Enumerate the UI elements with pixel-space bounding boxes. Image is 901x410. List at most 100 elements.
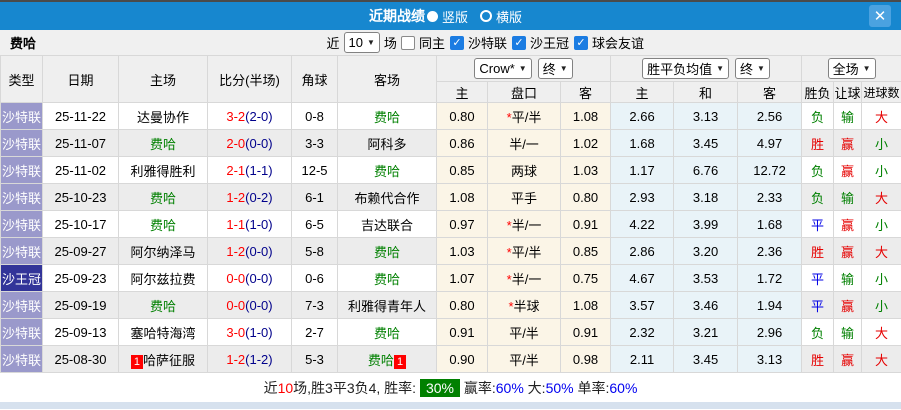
away-team-cell[interactable]: 费哈 xyxy=(338,103,437,130)
col-header-date: 日期 xyxy=(43,56,119,103)
subheader-result-goals: 进球数 xyxy=(862,82,901,103)
scope-select[interactable]: 全场 ▼ xyxy=(828,58,876,79)
date-cell: 25-11-22 xyxy=(43,103,119,130)
home-team-cell[interactable]: 费哈 xyxy=(119,184,208,211)
home-team-cell[interactable]: 阿尔兹拉费 xyxy=(119,265,208,292)
match-row: 沙特联25-10-23费哈1-2(0-2)6-1布赖代合作1.08平手0.802… xyxy=(1,184,901,211)
result-wdl-cell: 平 xyxy=(802,211,834,238)
avg-odds-select[interactable]: 胜平负均值 ▼ xyxy=(642,58,729,79)
result-goals-cell: 大 xyxy=(862,319,901,346)
league-checkbox-saudi[interactable]: ✓ xyxy=(450,36,464,50)
away-team-cell[interactable]: 费哈1 xyxy=(338,346,437,373)
odds-source-select[interactable]: Crow* ▼ xyxy=(474,58,531,79)
league-checkbox-kingscup[interactable]: ✓ xyxy=(512,36,526,50)
match-row: 沙特联25-09-27阿尔纳泽马1-2(0-0)5-8费哈1.03*平/半0.8… xyxy=(1,238,901,265)
close-icon[interactable]: ✕ xyxy=(869,5,891,27)
score-cell: 3-2(2-0) xyxy=(208,103,292,130)
corner-cell: 5-8 xyxy=(292,238,338,265)
avg-home-cell: 2.86 xyxy=(611,238,674,265)
away-team-cell[interactable]: 费哈 xyxy=(338,238,437,265)
odds-away-cell: 1.02 xyxy=(561,130,611,157)
subheader-odds-home: 主 xyxy=(437,82,488,103)
home-team-cell[interactable]: 达曼协作 xyxy=(119,103,208,130)
odds-away-cell: 0.80 xyxy=(561,184,611,211)
away-team-cell[interactable]: 费哈 xyxy=(338,157,437,184)
league-type-cell: 沙特联 xyxy=(1,292,43,319)
same-home-checkbox[interactable] xyxy=(401,36,415,50)
chevron-down-icon: ▼ xyxy=(560,64,568,73)
avg-home-cell: 3.57 xyxy=(611,292,674,319)
odds-away-cell: 1.08 xyxy=(561,292,611,319)
filter-controls: 近 10 ▼ 场 同主 ✓ 沙特联 ✓ 沙王冠 ✓ 球会友谊 xyxy=(327,32,645,53)
league-type-cell: 沙特联 xyxy=(1,157,43,184)
handicap-cell: 半/一 xyxy=(488,130,561,157)
avg-away-cell: 3.13 xyxy=(738,346,802,373)
chevron-down-icon: ▼ xyxy=(519,64,527,73)
recent-results-popup: 近期战绩 竖版 横版 ✕ 费哈 近 10 ▼ 场 同主 ✓ 沙特联 ✓ 沙王冠 … xyxy=(0,0,901,410)
home-team-name: 塞哈特海湾 xyxy=(130,326,195,341)
home-team-cell[interactable]: 费哈 xyxy=(119,130,208,157)
result-goals-cell: 小 xyxy=(862,157,901,184)
result-goals-cell: 大 xyxy=(862,238,901,265)
home-team-cell[interactable]: 费哈 xyxy=(119,292,208,319)
title-bar: 近期战绩 竖版 横版 ✕ xyxy=(0,2,901,30)
odds-away-cell: 0.98 xyxy=(561,346,611,373)
home-team-cell[interactable]: 1哈萨征服 xyxy=(119,346,208,373)
unit-label: 场 xyxy=(384,33,397,52)
odds-home-cell: 0.80 xyxy=(437,292,488,319)
away-team-cell[interactable]: 费哈 xyxy=(338,265,437,292)
away-team-cell[interactable]: 吉达联合 xyxy=(338,211,437,238)
home-team-cell[interactable]: 阿尔纳泽马 xyxy=(119,238,208,265)
league-type-cell: 沙特联 xyxy=(1,346,43,373)
away-team-name: 阿科多 xyxy=(367,137,406,152)
stats-summary: 近10场,胜3平3负4, 胜率: 30% 赢率:60% 大:50% 单率:60% xyxy=(0,373,901,402)
match-row: 沙王冠25-09-23阿尔兹拉费0-0(0-0)0-6费哈1.07*半/一0.7… xyxy=(1,265,901,292)
subheader-handicap: 盘口 xyxy=(488,82,561,103)
stats-segment: 60% xyxy=(496,380,524,396)
handicap-cell: *半球 xyxy=(488,292,561,319)
date-cell: 25-09-19 xyxy=(43,292,119,319)
col-header-corner: 角球 xyxy=(292,56,338,103)
result-handicap-cell: 赢 xyxy=(834,292,862,319)
odds-final-select[interactable]: 终 ▼ xyxy=(538,58,573,79)
home-team-name: 阿尔兹拉费 xyxy=(130,272,195,287)
home-team-cell[interactable]: 利雅得胜利 xyxy=(119,157,208,184)
away-team-name: 费哈 xyxy=(374,110,400,125)
horizontal-layout-label: 横版 xyxy=(496,7,522,26)
result-wdl-cell: 负 xyxy=(802,184,834,211)
avg-draw-cell: 3.45 xyxy=(674,130,738,157)
corner-cell: 6-1 xyxy=(292,184,338,211)
match-count-select[interactable]: 10 ▼ xyxy=(344,32,380,53)
score-cell: 2-1(1-1) xyxy=(208,157,292,184)
score-cell: 3-0(1-0) xyxy=(208,319,292,346)
avg-away-cell: 4.97 xyxy=(738,130,802,157)
league-type-cell: 沙特联 xyxy=(1,211,43,238)
league-label-friendly: 球会友谊 xyxy=(592,33,644,52)
date-cell: 25-11-02 xyxy=(43,157,119,184)
away-team-cell[interactable]: 阿科多 xyxy=(338,130,437,157)
vertical-layout-radio[interactable] xyxy=(427,11,438,22)
home-team-name: 利雅得胜利 xyxy=(130,164,195,179)
odds-home-cell: 1.08 xyxy=(437,184,488,211)
avg-home-cell: 2.11 xyxy=(611,346,674,373)
handicap-cell: 平/半 xyxy=(488,319,561,346)
stats-segment: 大: xyxy=(524,378,546,398)
home-team-cell[interactable]: 费哈 xyxy=(119,211,208,238)
away-team-cell[interactable]: 利雅得青年人 xyxy=(338,292,437,319)
red-card-badge: 1 xyxy=(394,355,406,369)
results-table: 类型 日期 主场 比分(半场) 角球 客场 Crow* ▼ 终 ▼ xyxy=(0,55,901,373)
avg-final-select[interactable]: 终 ▼ xyxy=(735,58,770,79)
match-row: 沙特联25-11-07费哈2-0(0-0)3-3阿科多0.86半/一1.021.… xyxy=(1,130,901,157)
odds-home-cell: 0.80 xyxy=(437,103,488,130)
odds-home-cell: 0.86 xyxy=(437,130,488,157)
league-checkbox-friendly[interactable]: ✓ xyxy=(574,36,588,50)
odds-away-cell: 0.85 xyxy=(561,238,611,265)
away-team-cell[interactable]: 布赖代合作 xyxy=(338,184,437,211)
horizontal-layout-radio[interactable] xyxy=(480,10,492,22)
away-team-cell[interactable]: 费哈 xyxy=(338,319,437,346)
subheader-result-handicap: 让球 xyxy=(834,82,862,103)
date-cell: 25-09-23 xyxy=(43,265,119,292)
home-team-cell[interactable]: 塞哈特海湾 xyxy=(119,319,208,346)
result-wdl-cell: 胜 xyxy=(802,238,834,265)
corner-cell: 7-3 xyxy=(292,292,338,319)
